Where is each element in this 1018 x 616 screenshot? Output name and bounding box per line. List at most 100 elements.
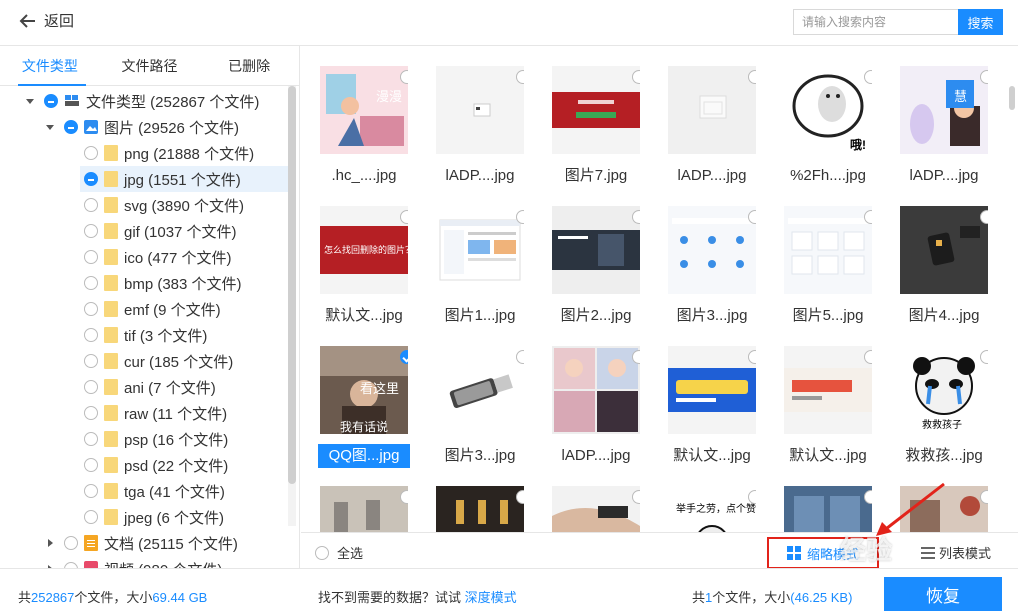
file-checkbox[interactable] <box>632 350 640 364</box>
tree-item-raw[interactable]: raw (11 个文件) <box>84 400 227 426</box>
file-thumbnail[interactable] <box>436 486 524 532</box>
file-thumbnail[interactable]: 救救孩子 <box>900 346 988 434</box>
file-thumbnail[interactable] <box>668 346 756 434</box>
tree-checkbox[interactable] <box>84 224 98 238</box>
tree-item-videos[interactable]: 视频 (980 个文件) <box>44 556 222 568</box>
tree-checkbox[interactable] <box>64 536 78 550</box>
tree-item-bmp[interactable]: bmp (383 个文件) <box>84 270 242 296</box>
list-mode-button[interactable]: 列表模式 <box>921 543 991 562</box>
file-checkbox[interactable] <box>748 490 756 504</box>
file-thumbnail[interactable] <box>436 206 524 294</box>
file-thumbnail[interactable] <box>552 66 640 154</box>
search-input[interactable] <box>793 9 958 35</box>
file-thumbnail[interactable] <box>900 206 988 294</box>
file-checkbox[interactable] <box>400 490 408 504</box>
tree-item-ico[interactable]: ico (477 个文件) <box>84 244 232 270</box>
file-checkbox[interactable] <box>748 210 756 224</box>
tree-item-psd[interactable]: psd (22 个文件) <box>84 452 228 478</box>
file-thumbnail[interactable] <box>552 486 640 532</box>
tree-checkbox[interactable] <box>84 276 98 290</box>
file-checkbox[interactable] <box>980 490 988 504</box>
tree-checkbox[interactable] <box>84 302 98 316</box>
select-all-checkbox[interactable] <box>315 545 329 560</box>
file-checkbox[interactable] <box>632 70 640 84</box>
file-thumbnail[interactable]: 慧 <box>900 66 988 154</box>
file-thumbnail[interactable] <box>784 206 872 294</box>
file-checkbox[interactable] <box>864 490 872 504</box>
file-checkbox[interactable] <box>632 490 640 504</box>
file-thumbnail[interactable] <box>436 346 524 434</box>
select-all[interactable]: 全选 <box>315 543 363 562</box>
tree-checkbox[interactable] <box>84 328 98 342</box>
thumbnail-mode-button[interactable]: 缩略模式 <box>767 537 879 569</box>
back-button[interactable]: 返回 <box>18 10 74 31</box>
file-checkbox[interactable] <box>748 350 756 364</box>
file-thumbnail[interactable]: 举手之劳，点个赞 <box>668 486 756 532</box>
file-checkbox[interactable] <box>864 350 872 364</box>
file-checkbox[interactable] <box>980 70 988 84</box>
file-thumbnail[interactable] <box>552 206 640 294</box>
tree-item-tga[interactable]: tga (41 个文件) <box>84 478 225 504</box>
file-checkbox[interactable] <box>748 70 756 84</box>
tree-checkbox[interactable] <box>84 380 98 394</box>
tree-item-pictures[interactable]: 图片 (29526 个文件) <box>44 114 239 140</box>
file-checkbox[interactable] <box>980 210 988 224</box>
tree-checkbox[interactable] <box>84 432 98 446</box>
recover-button[interactable]: 恢复 <box>884 577 1002 611</box>
tree-checkbox[interactable] <box>84 198 98 212</box>
file-thumbnail[interactable]: 看这里 我有话说 <box>320 346 408 434</box>
chevron-down-icon[interactable] <box>24 95 36 107</box>
tree-item-documents[interactable]: 文档 (25115 个文件) <box>44 530 238 556</box>
chevron-down-icon[interactable] <box>44 121 56 133</box>
tree-item-gif[interactable]: gif (1037 个文件) <box>84 218 237 244</box>
tree-checkbox[interactable] <box>84 146 98 160</box>
tree-checkbox[interactable] <box>44 94 58 108</box>
tab-file-path[interactable]: 文件路径 <box>100 46 200 85</box>
file-checkbox[interactable] <box>400 70 408 84</box>
tree-item-svg[interactable]: svg (3890 个文件) <box>84 192 244 218</box>
file-thumbnail[interactable]: 怎么找回删除的图片？ <box>320 206 408 294</box>
chevron-right-icon[interactable] <box>44 537 56 549</box>
file-checkbox[interactable] <box>864 210 872 224</box>
file-thumbnail[interactable]: 哦! <box>784 66 872 154</box>
tree-item-emf[interactable]: emf (9 个文件) <box>84 296 221 322</box>
tab-deleted[interactable]: 已删除 <box>199 46 299 85</box>
tree-item-jpeg[interactable]: jpeg (6 个文件) <box>84 504 224 530</box>
deep-mode-link[interactable]: 深度模式 <box>465 590 517 605</box>
file-thumbnail[interactable] <box>668 66 756 154</box>
tab-file-type[interactable]: 文件类型 <box>0 46 100 85</box>
file-checkbox[interactable] <box>632 210 640 224</box>
file-thumbnail[interactable] <box>668 206 756 294</box>
tree-checkbox[interactable] <box>84 250 98 264</box>
file-thumbnail[interactable]: 漫漫 <box>320 66 408 154</box>
tree-checkbox[interactable] <box>84 484 98 498</box>
tree-item-cur[interactable]: cur (185 个文件) <box>84 348 233 374</box>
tree-checkbox[interactable] <box>84 354 98 368</box>
tree-checkbox[interactable] <box>84 406 98 420</box>
file-checkbox[interactable] <box>864 70 872 84</box>
sidebar-scrollbar-thumb[interactable] <box>288 86 296 484</box>
file-thumbnail[interactable] <box>784 346 872 434</box>
tree-item-psp[interactable]: psp (16 个文件) <box>84 426 228 452</box>
tree-checkbox[interactable] <box>84 172 98 186</box>
file-thumbnail[interactable] <box>552 346 640 434</box>
file-thumbnail[interactable] <box>784 486 872 532</box>
file-checkbox[interactable] <box>516 70 524 84</box>
tree-item-png[interactable]: png (21888 个文件) <box>84 140 254 166</box>
sidebar-scrollbar[interactable] <box>288 86 296 526</box>
file-thumbnail[interactable] <box>900 486 988 532</box>
file-checkbox[interactable] <box>980 350 988 364</box>
tree-item-jpg[interactable]: jpg (1551 个文件) <box>80 166 288 192</box>
file-checkbox-checked[interactable] <box>400 350 408 364</box>
file-checkbox[interactable] <box>516 350 524 364</box>
file-checkbox[interactable] <box>516 210 524 224</box>
grid-scrollbar-thumb[interactable] <box>1009 86 1015 110</box>
tree-item-tif[interactable]: tif (3 个文件) <box>84 322 207 348</box>
file-checkbox[interactable] <box>400 210 408 224</box>
tree-item-all-types[interactable]: 文件类型 (252867 个文件) <box>24 88 259 114</box>
search-button[interactable]: 搜索 <box>958 9 1003 35</box>
tree-item-ani[interactable]: ani (7 个文件) <box>84 374 216 400</box>
tree-checkbox[interactable] <box>84 458 98 472</box>
tree-checkbox[interactable] <box>64 120 78 134</box>
tree-checkbox[interactable] <box>84 510 98 524</box>
